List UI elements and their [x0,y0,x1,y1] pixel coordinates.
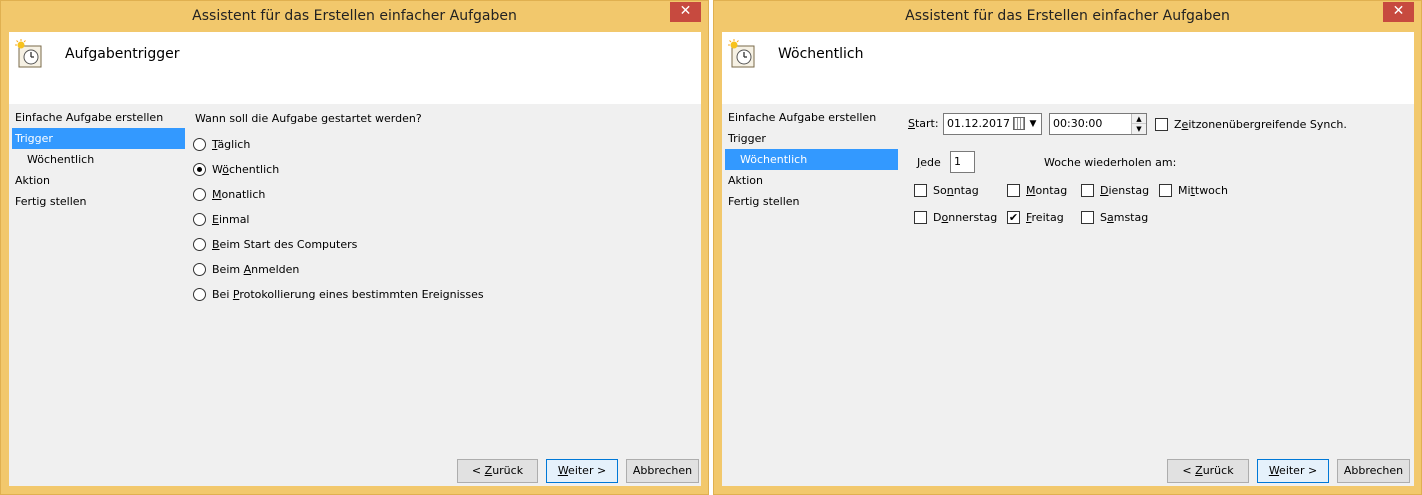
every-weeks-input[interactable]: 1 [950,151,975,173]
sync-timezones-label: Zeitzonenübergreifende Synch. [1174,117,1347,131]
window-title: Assistent für das Erstellen einfacher Au… [905,8,1230,24]
radio-computer-start[interactable]: Beim Start des Computers [193,236,357,252]
checkbox[interactable] [1155,117,1168,131]
client-area: Wöchentlich Einfache Aufgabe erstellen T… [722,32,1414,486]
chevron-down-icon[interactable]: ▼ [1027,114,1039,134]
radio-daily[interactable]: Täglich [193,136,250,152]
day-sunday[interactable]: Sonntag [914,182,979,198]
nav-item-trigger[interactable]: Trigger [12,128,185,149]
time-spinner[interactable]: ▲ ▼ [1131,114,1146,134]
checkbox[interactable] [914,210,927,224]
radio-weekly[interactable]: Wöchentlich [193,161,279,177]
radio-button[interactable] [193,137,206,151]
day-label: Donnerstag [933,210,998,224]
day-label: Sonntag [933,183,979,197]
radio-button[interactable] [193,187,206,201]
client-area: Aufgabentrigger Einfache Aufgabe erstell… [9,32,701,486]
close-button[interactable] [670,2,701,22]
header-band: Wöchentlich [722,32,1414,104]
spin-up-icon[interactable]: ▲ [1132,114,1146,124]
sync-timezones-checkbox[interactable]: Zeitzonenübergreifende Synch. [1155,116,1347,132]
day-label: Freitag [1026,210,1064,224]
day-label: Mittwoch [1178,183,1228,197]
page-title: Wöchentlich [778,46,864,62]
radio-monthly[interactable]: Monatlich [193,186,265,202]
checkbox[interactable] [914,183,927,197]
spin-down-icon[interactable]: ▼ [1132,124,1146,134]
nav-item-finish[interactable]: Fertig stellen [725,191,898,212]
start-date-value: 01.12.2017 [947,117,1010,130]
close-button[interactable] [1383,2,1414,22]
day-label: Montag [1026,183,1068,197]
start-time-input[interactable]: 00:30:00 ▲ ▼ [1049,113,1147,135]
back-button[interactable]: < Zurück [1167,459,1249,483]
back-button[interactable]: < Zurück [457,459,538,483]
nav-item-create[interactable]: Einfache Aufgabe erstellen [725,107,898,128]
radio-once[interactable]: Einmal [193,211,250,227]
page-title: Aufgabentrigger [65,46,180,62]
day-label: Dienstag [1100,183,1150,197]
radio-label: Einmal [212,212,250,226]
cancel-button[interactable]: Abbrechen [626,459,699,483]
day-tuesday[interactable]: Dienstag [1081,182,1149,198]
checkbox[interactable] [1007,183,1020,197]
checkbox[interactable] [1081,210,1094,224]
checkbox[interactable] [1007,210,1020,224]
wizard-nav: Einfache Aufgabe erstellen Trigger Wöche… [12,107,185,212]
wizard-nav: Einfache Aufgabe erstellen Trigger Wöche… [725,107,898,212]
checkbox[interactable] [1081,183,1094,197]
title-bar[interactable]: Assistent für das Erstellen einfacher Au… [714,1,1421,32]
nav-item-trigger[interactable]: Trigger [725,128,898,149]
wizard-window-trigger: Assistent für das Erstellen einfacher Au… [0,0,709,495]
radio-label: Beim Anmelden [212,262,300,276]
task-clock-icon [15,39,42,68]
nav-item-action[interactable]: Aktion [725,170,898,191]
radio-label: Wöchentlich [212,162,280,176]
radio-button[interactable] [193,262,206,276]
day-saturday[interactable]: Samstag [1081,209,1148,225]
nav-item-finish[interactable]: Fertig stellen [12,191,185,212]
day-wednesday[interactable]: Mittwoch [1159,182,1228,198]
next-button[interactable]: Weiter > [1257,459,1329,483]
day-friday[interactable]: Freitag [1007,209,1064,225]
day-monday[interactable]: Montag [1007,182,1067,198]
radio-label: Beim Start des Computers [212,237,358,251]
radio-label: Bei Protokollierung eines bestimmten Ere… [212,287,484,301]
radio-label: Täglich [212,137,251,151]
day-thursday[interactable]: Donnerstag [914,209,997,225]
nav-item-create[interactable]: Einfache Aufgabe erstellen [12,107,185,128]
next-button[interactable]: Weiter > [546,459,618,483]
header-band: Aufgabentrigger [9,32,701,104]
radio-button[interactable] [193,212,206,226]
task-clock-icon [728,39,755,68]
radio-button[interactable] [193,287,206,301]
wizard-window-weekly: Assistent für das Erstellen einfacher Au… [713,0,1422,495]
title-bar[interactable]: Assistent für das Erstellen einfacher Au… [1,1,708,32]
calendar-icon[interactable] [1013,117,1025,130]
start-date-picker[interactable]: 01.12.2017 ▼ [943,113,1042,135]
cancel-button[interactable]: Abbrechen [1337,459,1410,483]
radio-event-log[interactable]: Bei Protokollierung eines bestimmten Ere… [193,286,484,302]
start-label: Start: [908,117,939,130]
every-label: Jede [917,156,941,169]
repeat-weeks-label: Woche wiederholen am: [1044,156,1177,169]
start-time-value: 00:30:00 [1053,117,1103,130]
day-label: Samstag [1100,210,1149,224]
nav-item-weekly[interactable]: Wöchentlich [725,149,898,170]
checkbox[interactable] [1159,183,1172,197]
radio-button[interactable] [193,162,206,176]
radio-logon[interactable]: Beim Anmelden [193,261,299,277]
window-title: Assistent für das Erstellen einfacher Au… [192,8,517,24]
nav-item-weekly[interactable]: Wöchentlich [12,149,185,170]
nav-item-action[interactable]: Aktion [12,170,185,191]
radio-button[interactable] [193,237,206,251]
radio-label: Monatlich [212,187,266,201]
trigger-question: Wann soll die Aufgabe gestartet werden? [195,112,422,125]
